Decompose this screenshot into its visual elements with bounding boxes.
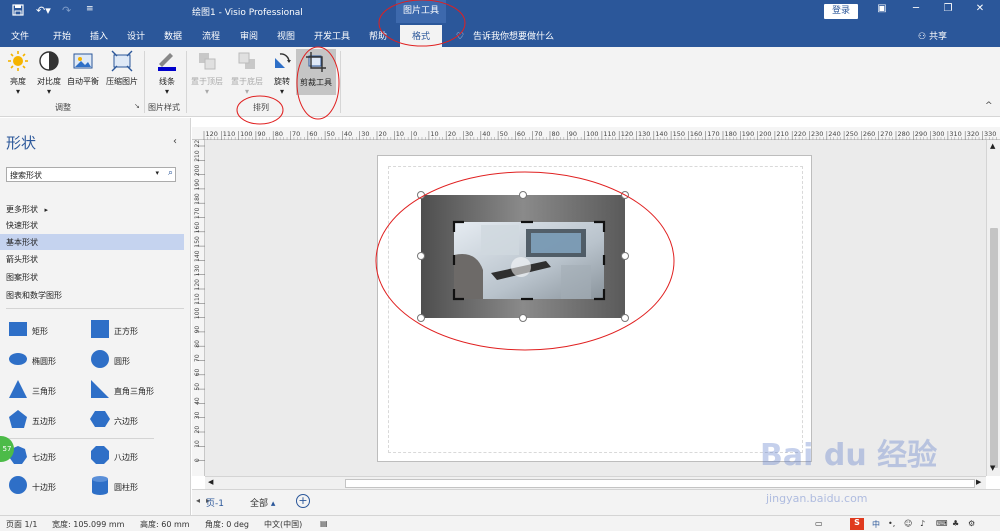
status-page[interactable]: 页面 1/1 [6,519,37,530]
vertical-scrollbar[interactable]: ▲ ▼ [986,140,1000,476]
all-pages-tab[interactable]: 全部 ▴ [250,496,275,509]
vertical-scroll-thumb[interactable] [990,228,998,468]
annotation-ellipse-format-tab [378,0,466,47]
ime-microphone-icon[interactable]: ♪ [920,519,925,528]
status-language[interactable]: 中文(中国) [264,519,302,530]
ime-punctuation-icon[interactable]: •, [888,519,895,528]
baidu-watermark-url: jingyan.baidu.com [766,492,868,505]
annotation-ellipse-picture [375,171,675,351]
page-tabs-bar: ◂ ▸ 页-1 全部 ▴ + [192,489,1000,515]
presentation-mode-icon[interactable]: ▭ [815,519,823,528]
ime-tools-icon[interactable]: ⚙ [968,519,975,528]
page-tab-1[interactable]: 页-1 [206,496,224,509]
scroll-down-icon[interactable]: ▼ [990,464,995,472]
horizontal-scrollbar[interactable]: ◀ ▶ [205,476,986,489]
ime-s-icon[interactable]: S [850,518,864,530]
ime-keyboard-icon[interactable]: ⌨ [936,519,948,528]
baidu-watermark: Bai du 经验 [760,438,938,473]
annotation-ellipse-arrange [236,95,284,125]
status-width: 宽度: 105.099 mm [52,520,125,529]
ime-skin-icon[interactable]: ♣ [952,519,959,528]
all-pages-label: 全部 [250,499,269,509]
add-page-button[interactable]: + [296,494,310,508]
status-angle: 角度: 0 deg [205,520,249,529]
horizontal-scroll-thumb[interactable] [345,479,975,488]
scroll-right-icon[interactable]: ▶ [976,478,981,486]
status-height: 高度: 60 mm [140,520,190,529]
ime-chinese-icon[interactable]: 中 [872,519,880,530]
ime-emoji-icon[interactable]: ☺ [904,519,912,528]
macro-record-icon[interactable]: ▤ [320,519,328,528]
status-bar: 页面 1/1 宽度: 105.099 mm 高度: 60 mm 角度: 0 de… [0,515,1000,531]
annotation-ellipse-crop-tool [296,46,340,120]
chevron-up-icon: ▴ [268,499,276,509]
scroll-up-icon[interactable]: ▲ [990,142,995,150]
scroll-left-icon[interactable]: ◀ [208,478,213,486]
prev-page-icon[interactable]: ◂ [196,496,200,505]
